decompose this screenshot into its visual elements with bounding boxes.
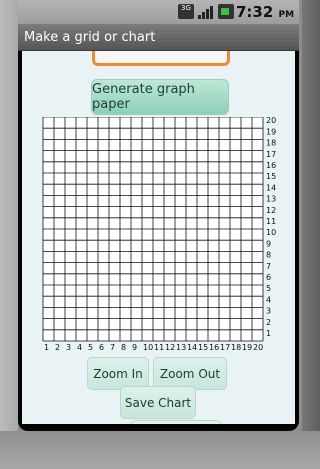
y-tick-label: 20	[266, 117, 276, 125]
device-frame-left	[0, 0, 18, 469]
y-tick-label: 19	[266, 127, 276, 136]
app-title: Make a grid or chart	[18, 24, 299, 51]
x-tick-label: 12	[165, 343, 175, 352]
y-tick-label: 1	[266, 329, 271, 338]
x-tick-label: 11	[154, 343, 164, 352]
y-tick-label: 5	[266, 284, 271, 293]
x-tick-label: 3	[66, 343, 71, 352]
x-tick-label: 7	[110, 343, 115, 352]
x-tick-label: 15	[198, 343, 208, 352]
signal-icon	[198, 4, 214, 19]
partially-hidden-button[interactable]	[92, 51, 230, 66]
battery-icon	[218, 4, 234, 19]
y-tick-label: 11	[266, 217, 276, 226]
x-tick-label: 4	[77, 343, 82, 352]
generate-graph-paper-button[interactable]: Generate graph paper	[91, 79, 229, 115]
x-tick-label: 20	[253, 343, 263, 352]
x-tick-label: 17	[220, 343, 230, 352]
y-tick-label: 6	[266, 273, 271, 282]
clock: 7:32 PM	[236, 3, 294, 21]
x-tick-label: 8	[121, 343, 126, 352]
x-tick-label: 5	[88, 343, 93, 352]
x-tick-label: 6	[99, 343, 104, 352]
y-tick-label: 17	[266, 150, 276, 159]
x-tick-label: 13	[176, 343, 186, 352]
y-tick-label: 2	[266, 318, 271, 327]
device-frame-right	[302, 0, 320, 469]
clock-time: 7:32	[236, 3, 274, 21]
graph-paper-chart: 1 2 3 4 5 6 7 8 9 10 11 12 13 14 15 16 17 18 19 20 12345678…	[22, 116, 295, 367]
y-tick-label: 13	[266, 195, 276, 204]
y-tick-label: 8	[266, 251, 271, 260]
y-tick-label: 3	[266, 307, 271, 316]
clock-ampm: PM	[278, 10, 295, 20]
phone-screen: 3G 7:32 PM Make a grid or chart Generate…	[18, 0, 299, 431]
y-tick-label: 12	[266, 206, 276, 215]
partially-hidden-bottom-button[interactable]	[130, 420, 222, 424]
y-tick-label: 14	[266, 183, 276, 192]
y-tick-label: 18	[266, 139, 276, 148]
y-tick-label: 16	[266, 161, 276, 170]
x-tick-label: 9	[132, 343, 137, 352]
y-tick-label: 7	[266, 262, 271, 271]
y-tick-label: 15	[266, 172, 276, 181]
x-tick-label: 14	[187, 343, 197, 352]
x-tick-label: 10	[143, 343, 153, 352]
x-tick-label: 1	[44, 343, 49, 352]
x-tick-label: 2	[55, 343, 60, 352]
save-chart-button[interactable]: Save Chart	[120, 386, 196, 419]
status-icons: 3G	[178, 4, 234, 19]
x-tick-label: 18	[231, 343, 241, 352]
status-bar: 3G 7:32 PM	[18, 0, 299, 24]
y-tick-label: 9	[266, 239, 271, 248]
x-tick-label: 16	[209, 343, 219, 352]
y-tick-label: 4	[266, 295, 271, 304]
3g-icon: 3G	[178, 4, 194, 19]
x-tick-label: 19	[242, 343, 252, 352]
y-tick-label: 10	[266, 228, 276, 237]
graph-paper-svg: 1 2 3 4 5 6 7 8 9 10 11 12 13 14 15 16 17 18 19 20 12345678…	[42, 116, 276, 352]
main-content: Generate graph paper 1 2 3 4 5 6 7 8 9 10 11 12 13 14…	[22, 51, 295, 424]
device-frame-bottom	[0, 431, 320, 469]
